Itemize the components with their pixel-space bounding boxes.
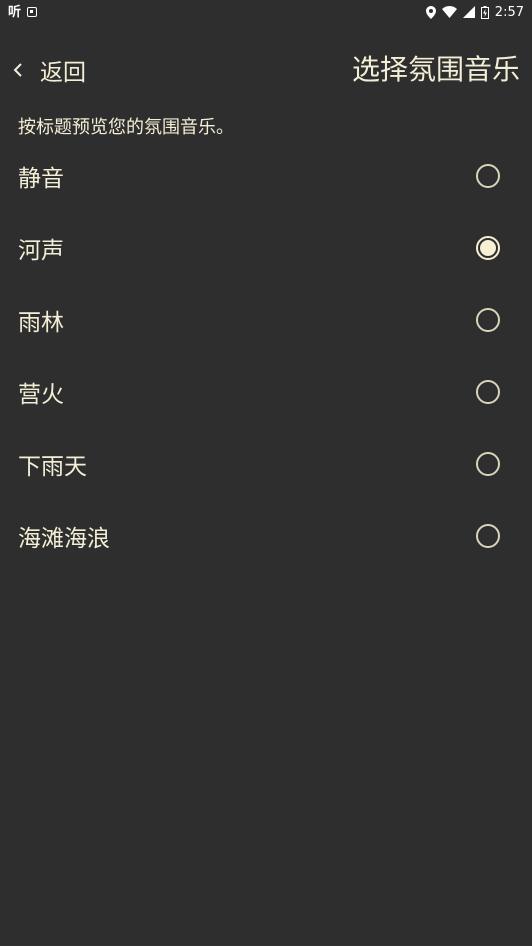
option-label: 雨林 [18, 310, 64, 336]
option-label: 下雨天 [18, 454, 87, 480]
chevron-left-icon [12, 62, 24, 78]
option-label: 营火 [18, 382, 64, 408]
option-campfire[interactable]: 营火 [0, 356, 532, 428]
option-label: 静音 [18, 166, 64, 192]
page-title: 选择氛围音乐 [351, 53, 520, 86]
app-notification-icon: 听 [8, 4, 22, 20]
option-rainy-day[interactable]: 下雨天 [0, 428, 532, 500]
header: 返回 选择氛围音乐 [0, 50, 532, 90]
subtitle: 按标题预览您的氛围音乐。 [18, 117, 234, 138]
location-icon [425, 5, 436, 19]
radio-button[interactable] [476, 164, 500, 188]
option-label: 海滩海浪 [18, 526, 110, 552]
radio-button[interactable] [476, 380, 500, 404]
radio-button[interactable] [476, 452, 500, 476]
back-label: 返回 [40, 60, 86, 86]
status-bar: 听 2:57 [0, 0, 532, 24]
radio-button[interactable] [476, 308, 500, 332]
option-rainforest[interactable]: 雨林 [0, 284, 532, 356]
radio-button-selected[interactable] [476, 236, 500, 260]
cell-signal-icon [462, 6, 475, 18]
option-river[interactable]: 河声 [0, 212, 532, 284]
wifi-icon [441, 6, 457, 18]
back-button[interactable]: 返回 [12, 50, 86, 90]
photo-notification-icon [27, 7, 38, 17]
radio-button[interactable] [476, 524, 500, 548]
ambient-music-list: 静音 河声 雨林 营火 下雨天 海滩海浪 [0, 140, 532, 572]
option-mute[interactable]: 静音 [0, 140, 532, 212]
option-label: 河声 [18, 238, 64, 264]
clock: 2:57 [494, 4, 524, 20]
battery-icon [480, 5, 489, 19]
status-right: 2:57 [425, 4, 524, 20]
status-left: 听 [8, 4, 38, 20]
option-beach-waves[interactable]: 海滩海浪 [0, 500, 532, 572]
